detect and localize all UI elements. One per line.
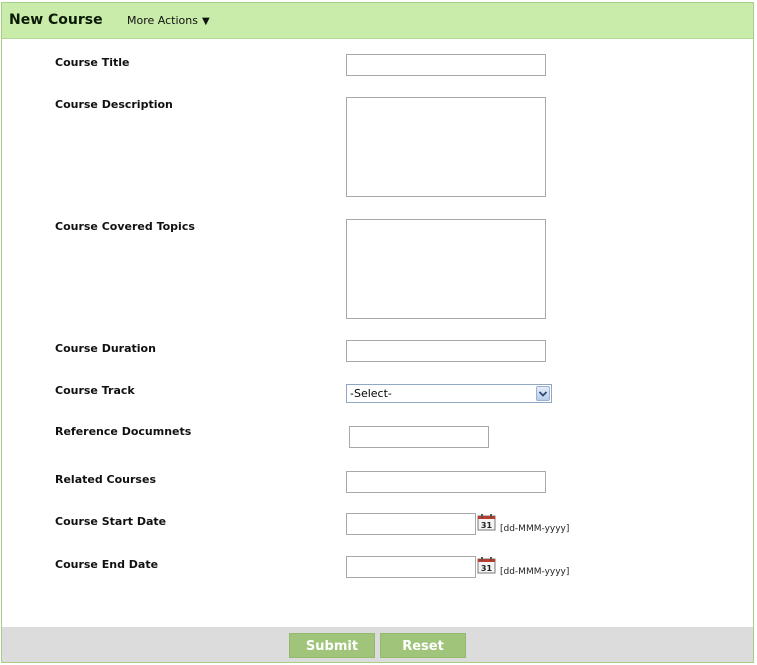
calendar-icon-day: 31 xyxy=(481,521,493,530)
course-topics-textarea[interactable] xyxy=(346,219,546,319)
course-title-label: Course Title xyxy=(55,56,130,69)
reset-button[interactable]: Reset xyxy=(380,633,466,658)
course-duration-label: Course Duration xyxy=(55,342,156,355)
submit-button[interactable]: Submit xyxy=(289,633,375,658)
start-date-input[interactable] xyxy=(346,513,476,535)
course-title-input[interactable] xyxy=(346,54,546,76)
chevron-down-icon[interactable] xyxy=(536,386,550,401)
start-date-label: Course Start Date xyxy=(55,515,167,528)
more-actions-menu[interactable]: More Actions ▼ xyxy=(127,14,210,27)
form-footer xyxy=(2,627,753,662)
end-date-format-hint: [dd-MMM-yyyy] xyxy=(500,567,570,577)
form-header: New Course More Actions ▼ xyxy=(2,3,753,39)
calendar-icon[interactable]: 31 xyxy=(477,556,496,574)
course-topics-label: Course Covered Topics xyxy=(55,220,195,233)
course-description-label: Course Description xyxy=(55,98,173,111)
end-date-input[interactable] xyxy=(346,556,476,578)
end-date-label: Course End Date xyxy=(55,558,159,571)
course-track-selected: -Select- xyxy=(350,387,392,400)
course-description-textarea[interactable] xyxy=(346,97,546,197)
page-title: New Course xyxy=(9,12,103,28)
start-date-format-hint: [dd-MMM-yyyy] xyxy=(500,524,570,534)
calendar-icon[interactable]: 31 xyxy=(477,513,496,531)
calendar-icon-day: 31 xyxy=(481,564,493,573)
course-track-select[interactable]: -Select- xyxy=(346,384,552,403)
related-courses-input[interactable] xyxy=(346,471,546,493)
more-actions-label: More Actions xyxy=(127,14,198,27)
related-courses-label: Related Courses xyxy=(55,473,156,486)
reference-documents-label: Reference Documnets xyxy=(55,425,192,438)
reference-documents-input[interactable] xyxy=(349,426,489,448)
dropdown-arrow-icon: ▼ xyxy=(201,16,210,27)
course-track-label: Course Track xyxy=(55,384,135,397)
course-duration-input[interactable] xyxy=(346,340,546,362)
form-frame: New Course More Actions ▼ Course Title Co… xyxy=(1,2,754,663)
